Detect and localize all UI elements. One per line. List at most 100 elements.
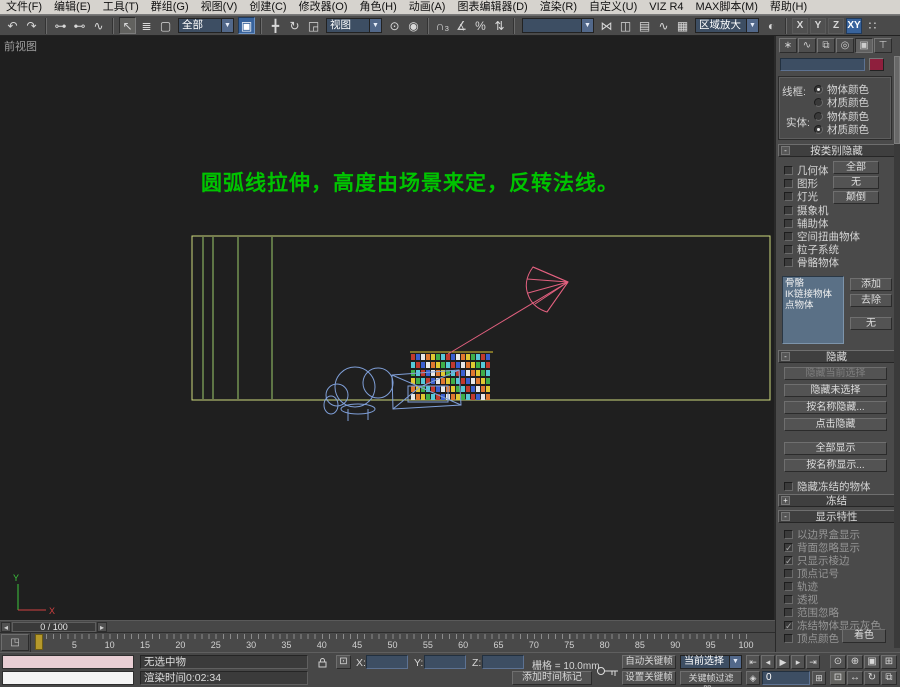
hide-category-button-0[interactable]: 全部: [833, 161, 879, 174]
hide-category-checkbox-7[interactable]: 骨骼物体: [784, 255, 839, 270]
time-configuration-button[interactable]: ⊞: [812, 671, 826, 685]
zoom-extents-icon[interactable]: ▣: [864, 655, 880, 669]
chevron-down-icon[interactable]: ▼: [369, 19, 381, 32]
collapse-icon[interactable]: -: [781, 352, 790, 361]
tab-hierarchy[interactable]: ⧉: [817, 38, 835, 53]
select-and-manipulate-icon[interactable]: ◉: [405, 17, 422, 34]
select-and-scale-icon[interactable]: ◲: [305, 17, 322, 34]
maxscript-listener-pink[interactable]: [2, 655, 134, 669]
set-key-button[interactable]: 设置关键帧: [622, 671, 676, 685]
hide-category-button-2[interactable]: 颠倒: [833, 191, 879, 204]
previous-frame-button[interactable]: ◂: [761, 655, 775, 669]
menu-item-3[interactable]: 群组(G): [145, 0, 195, 15]
bone-object-list[interactable]: 骨骼IK链接物体点物体: [782, 276, 844, 344]
use-pivot-center-icon[interactable]: ⊙: [386, 17, 403, 34]
wireframe-material-color-radio[interactable]: 材质颜色: [814, 95, 869, 110]
reference-coordinate-dropdown[interactable]: 视图▼: [326, 18, 382, 33]
window-crossing-toggle-icon[interactable]: ▣: [238, 17, 255, 34]
menu-item-10[interactable]: 渲染(R): [534, 0, 583, 15]
track-bar[interactable]: ◳ 51015202530354045505560657075808590951…: [0, 632, 775, 652]
object-name-field[interactable]: [780, 58, 865, 71]
angle-snap-icon[interactable]: ∡: [453, 17, 470, 34]
checkbox[interactable]: [784, 530, 793, 539]
select-and-rotate-icon[interactable]: ↻: [286, 17, 303, 34]
checkbox[interactable]: [784, 569, 793, 578]
undo-icon[interactable]: ↶: [4, 17, 21, 34]
hide-frozen-checkbox[interactable]: 隐藏冻结的物体: [784, 479, 871, 494]
current-frame-marker[interactable]: [35, 634, 43, 650]
collapse-icon[interactable]: -: [781, 512, 790, 521]
list-item[interactable]: 骨骼: [785, 278, 841, 289]
checkbox[interactable]: [784, 482, 793, 491]
chevron-down-icon[interactable]: ▼: [746, 19, 758, 32]
menu-item-12[interactable]: VIZ R4: [643, 0, 689, 15]
menu-item-9[interactable]: 图表编辑器(D): [451, 0, 533, 15]
select-object-icon[interactable]: ↖: [119, 17, 136, 34]
hide-button-5[interactable]: 按名称显示...: [784, 459, 887, 472]
hide-button-3[interactable]: 点击隐藏: [784, 418, 887, 431]
named-selection-dropdown[interactable]: ▼: [522, 18, 594, 33]
checkbox[interactable]: [784, 232, 793, 241]
region-zoom-icon[interactable]: ⊡: [830, 671, 846, 685]
checkbox[interactable]: [784, 219, 793, 228]
axis-y-button[interactable]: Y: [810, 18, 826, 34]
checkbox[interactable]: [784, 258, 793, 267]
select-by-name-icon[interactable]: ≣: [138, 17, 155, 34]
menu-item-5[interactable]: 创建(C): [243, 0, 292, 15]
checkbox[interactable]: [784, 179, 793, 188]
mirror-icon[interactable]: ⋈: [598, 17, 615, 34]
checkbox[interactable]: [784, 192, 793, 201]
menu-item-6[interactable]: 修改器(O): [293, 0, 354, 15]
selection-filter-dropdown[interactable]: 全部▼: [178, 18, 234, 33]
zoom-mode-dropdown[interactable]: 区域放大▼: [695, 18, 759, 33]
collapse-icon[interactable]: -: [781, 146, 790, 155]
rollout-hide-by-category[interactable]: -按类别隐藏: [778, 144, 895, 157]
align-icon[interactable]: ◫: [617, 17, 634, 34]
tab-modify[interactable]: ∿: [798, 38, 816, 53]
redo-icon[interactable]: ↷: [23, 17, 40, 34]
display-property-checkbox-8[interactable]: 顶点颜色: [784, 631, 839, 646]
menu-item-14[interactable]: 帮助(H): [764, 0, 813, 15]
min-max-toggle-icon[interactable]: ⧉: [881, 671, 897, 685]
open-mini-curve-editor-button[interactable]: ◳: [1, 634, 29, 651]
z-coord-field[interactable]: [482, 655, 524, 669]
checkbox[interactable]: [784, 634, 793, 643]
tab-motion[interactable]: ◎: [836, 38, 854, 53]
expand-icon[interactable]: +: [781, 496, 790, 505]
slider-next-button[interactable]: ▸: [97, 622, 107, 632]
maxscript-listener-white[interactable]: [2, 671, 134, 685]
chevron-down-icon[interactable]: ▼: [221, 19, 233, 32]
time-slider[interactable]: ◂ 0 / 100 ▸: [0, 620, 775, 632]
checkbox[interactable]: ✓: [784, 556, 793, 565]
chevron-down-icon[interactable]: ▼: [729, 656, 741, 668]
key-selection-dropdown[interactable]: 当前选择▼: [680, 655, 742, 669]
key-mode-toggle-icon[interactable]: ◈: [746, 671, 760, 685]
menu-item-1[interactable]: 编辑(E): [48, 0, 97, 15]
add-button[interactable]: 添加: [850, 278, 892, 291]
bind-to-space-warp-icon[interactable]: ∿: [90, 17, 107, 34]
object-color-swatch[interactable]: [869, 58, 884, 71]
menu-item-4[interactable]: 视图(V): [195, 0, 244, 15]
slider-prev-button[interactable]: ◂: [1, 622, 11, 632]
auto-key-icon[interactable]: [596, 659, 620, 683]
rollout-freeze[interactable]: +冻结: [778, 494, 895, 507]
menu-item-8[interactable]: 动画(A): [403, 0, 452, 15]
axis-xy-button[interactable]: XY: [846, 18, 862, 34]
scrollbar-thumb[interactable]: [894, 56, 900, 144]
percent-snap-icon[interactable]: %: [472, 17, 489, 34]
play-button[interactable]: ▶: [776, 655, 790, 669]
arc-rotate-icon[interactable]: ↻: [864, 671, 880, 685]
tab-utilities[interactable]: ⊤: [874, 38, 892, 53]
rollout-hide[interactable]: -隐藏: [778, 350, 895, 363]
panel-scrollbar[interactable]: [894, 56, 900, 648]
zoom-all-icon[interactable]: ⊕: [847, 655, 863, 669]
x-coord-field[interactable]: [366, 655, 408, 669]
add-time-tag-button[interactable]: 添加时间标记: [512, 671, 592, 685]
menu-item-2[interactable]: 工具(T): [97, 0, 145, 15]
frame-ruler[interactable]: 5101520253035404550556065707580859095100: [30, 633, 775, 653]
current-frame-field[interactable]: 0: [762, 671, 810, 685]
snap-toggle-icon[interactable]: ∩₃: [434, 17, 451, 34]
viewport-label[interactable]: 前视图: [4, 38, 37, 54]
next-frame-button[interactable]: ▸: [791, 655, 805, 669]
pan-icon[interactable]: ↔: [847, 671, 863, 685]
